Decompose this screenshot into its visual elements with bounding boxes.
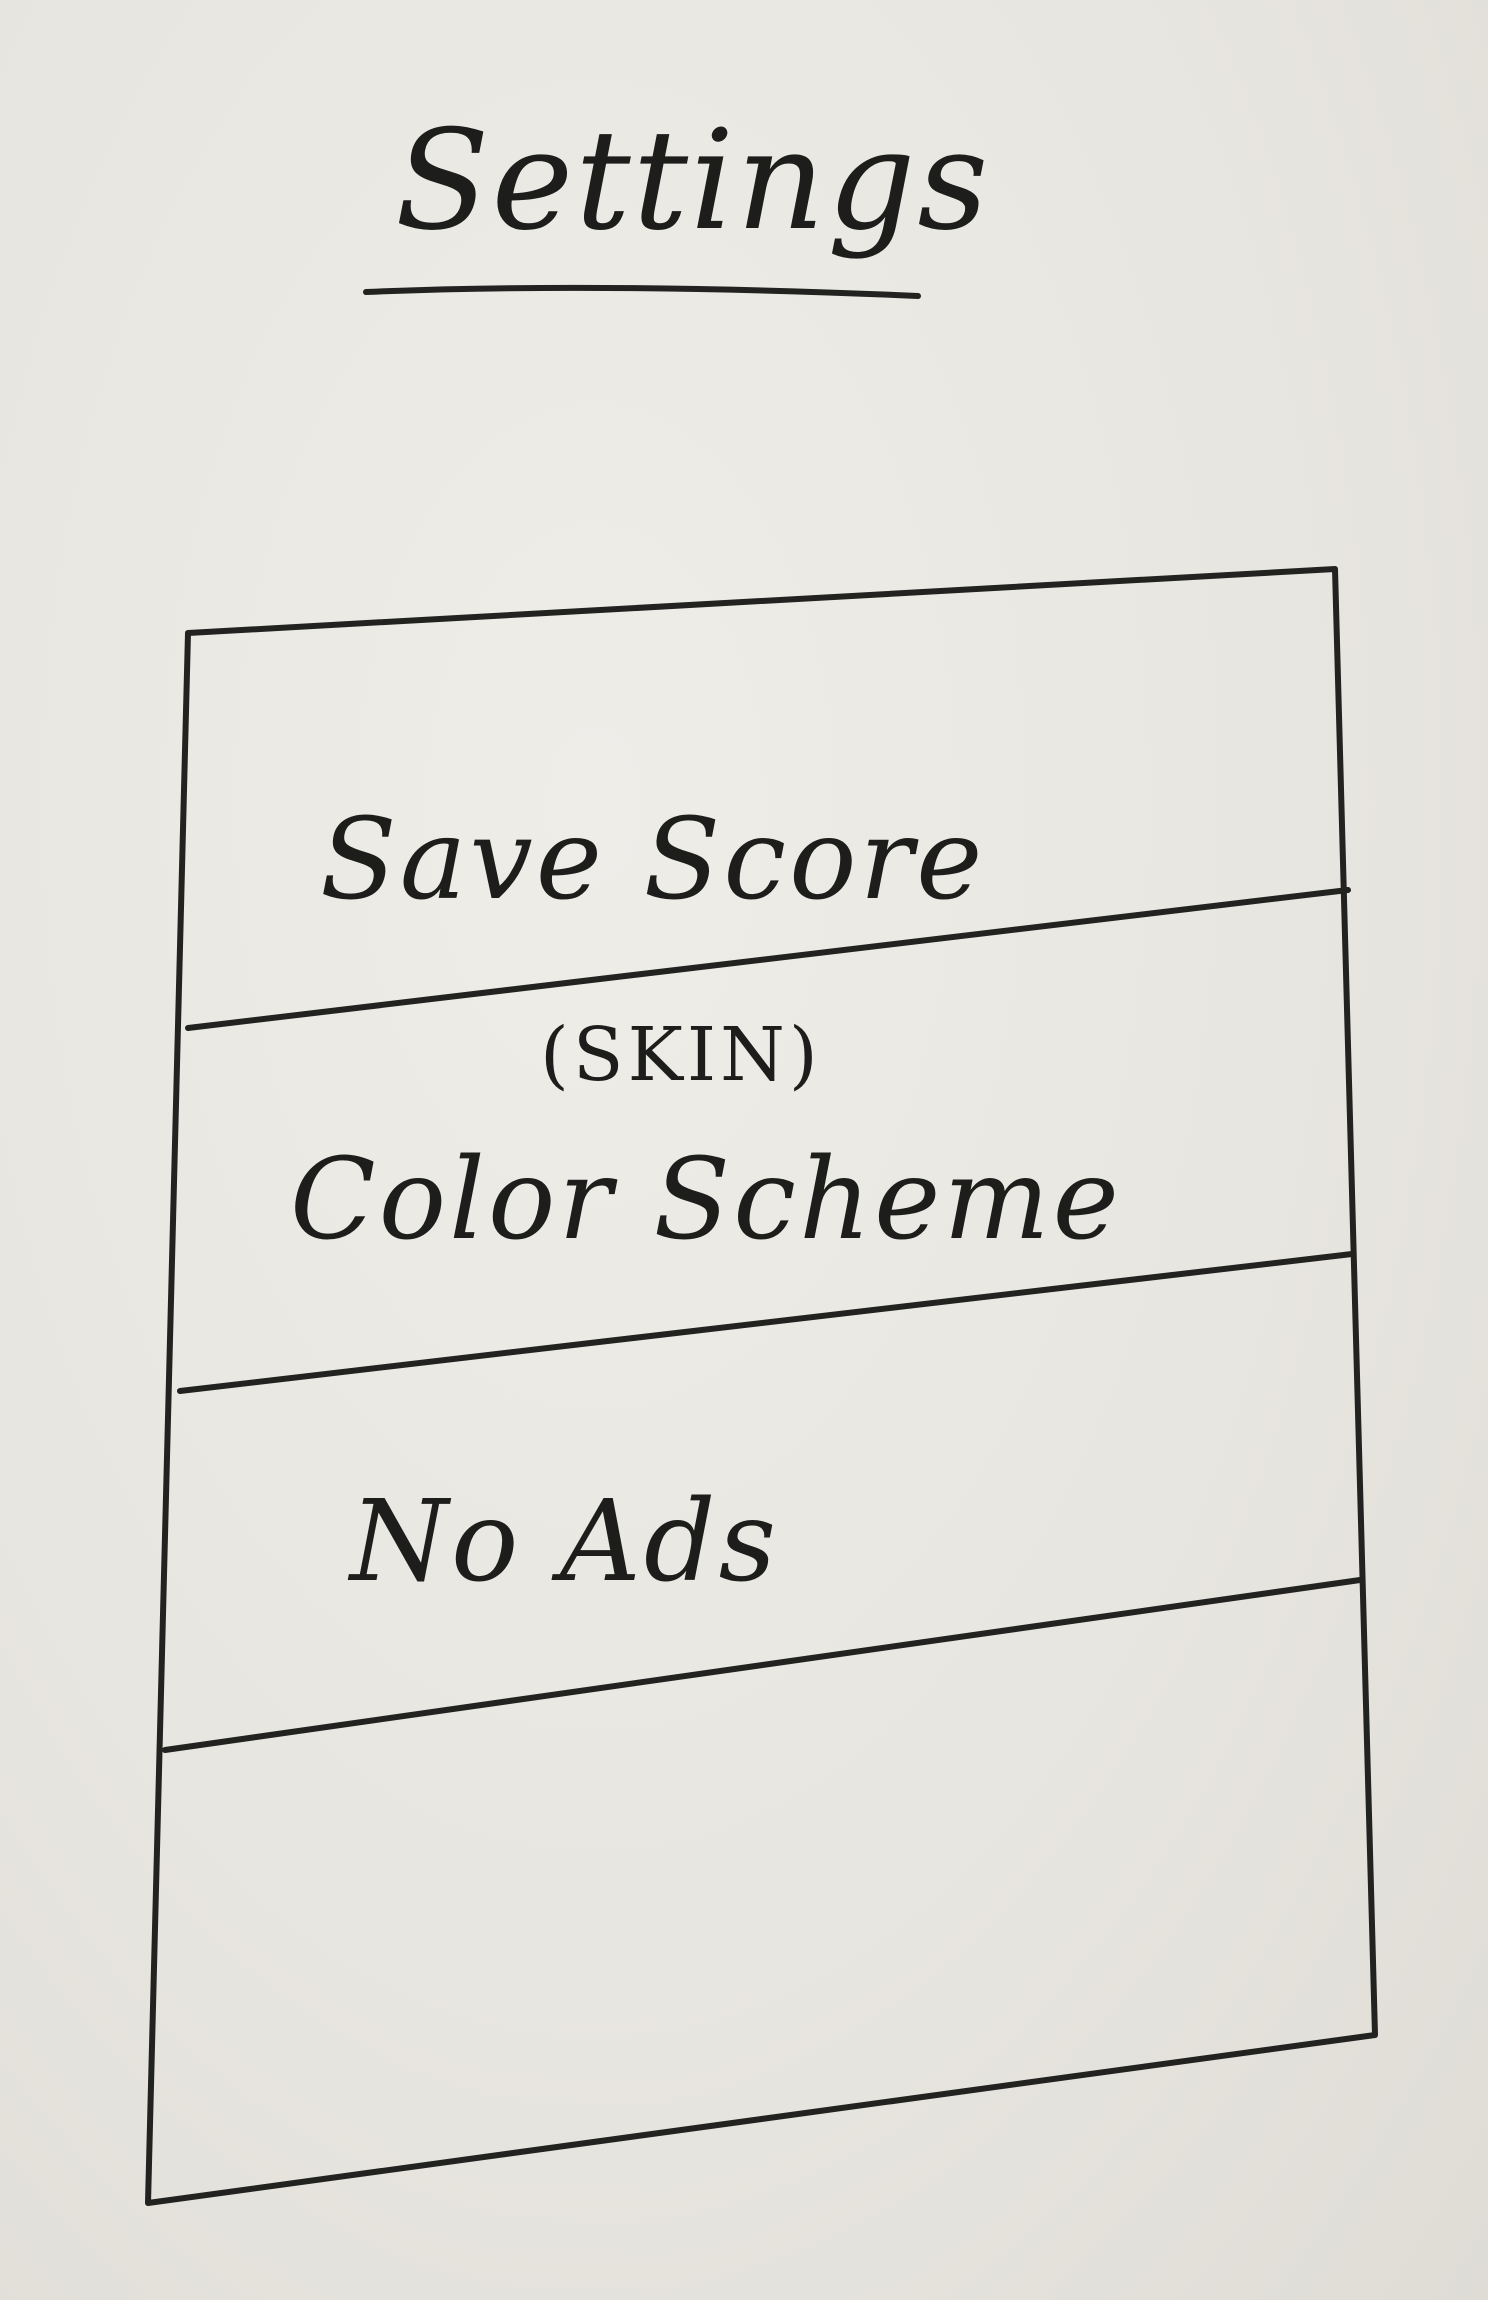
title-underline <box>363 284 921 299</box>
no-ads-label: No Ads <box>347 1477 779 1607</box>
color-scheme-label: Color Scheme <box>290 1135 1122 1265</box>
settings-list: Save Score (SKIN) Color Scheme No Ads <box>145 566 1378 2206</box>
page-title: Settings <box>395 100 990 261</box>
sketch-paper: Settings Save Score (SKIN) Color Scheme <box>0 0 1488 2300</box>
color-scheme-note: (SKIN) <box>540 1012 822 1098</box>
save-score-label: Save Score <box>320 795 985 925</box>
settings-wireframe: Settings Save Score (SKIN) Color Scheme <box>145 100 1378 2206</box>
page-header: Settings <box>363 100 990 299</box>
